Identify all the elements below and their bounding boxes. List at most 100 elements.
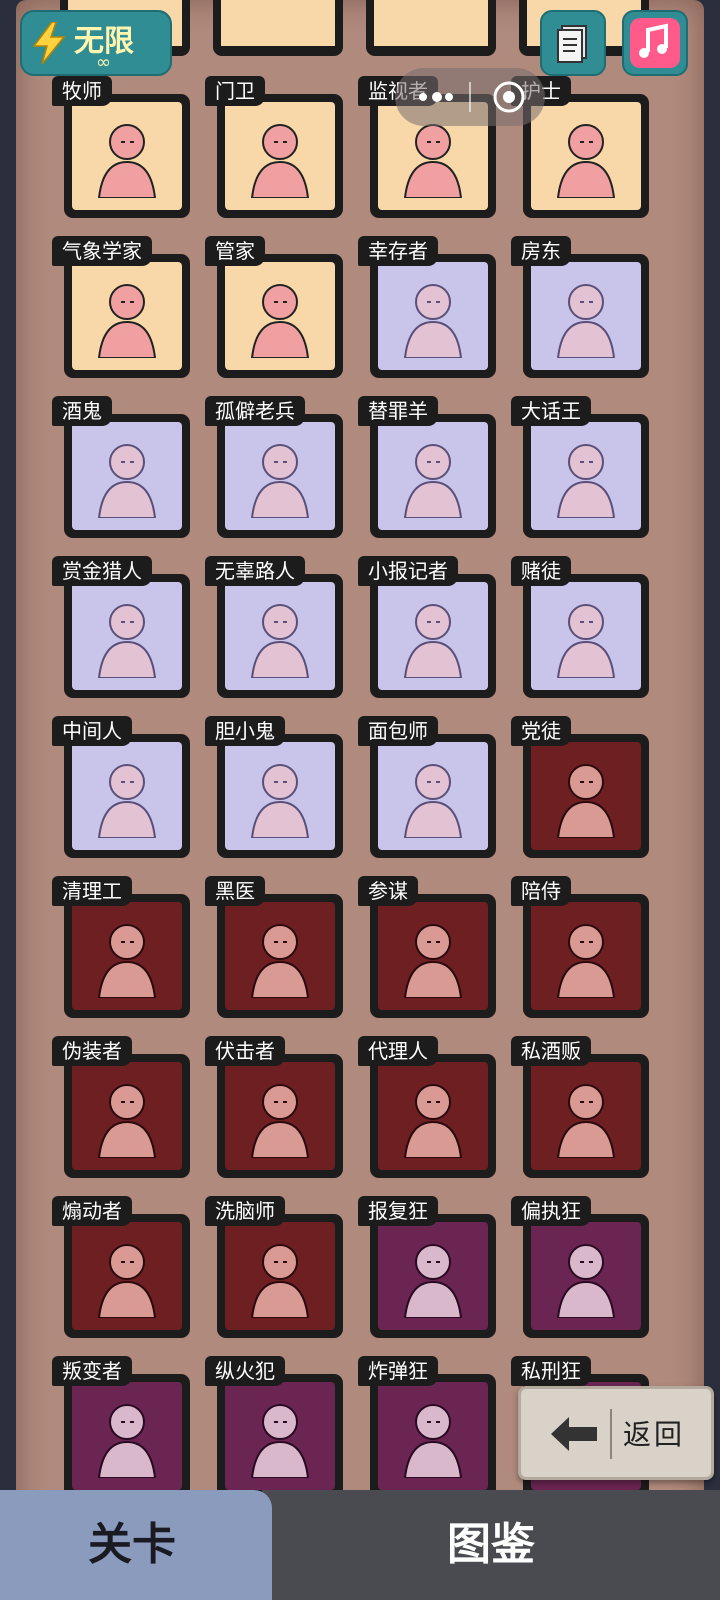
- character-card[interactable]: 叛变者: [52, 1356, 190, 1498]
- paranoid-portrait-icon: [556, 1244, 616, 1318]
- card-art: [378, 742, 488, 850]
- card-label: 小报记者: [358, 556, 458, 586]
- card-label: 中间人: [52, 716, 132, 746]
- crouching-figure-icon: [403, 284, 463, 358]
- character-card[interactable]: 报复狂: [358, 1196, 496, 1338]
- music-button[interactable]: [622, 10, 688, 76]
- card-label: 幸存者: [358, 236, 438, 266]
- card-art: [531, 422, 641, 530]
- bootlegger-figure-icon: [556, 1084, 616, 1158]
- character-card[interactable]: 偏执狂: [511, 1196, 649, 1338]
- advisor-figure-icon: [403, 924, 463, 998]
- character-card[interactable]: 私酒贩: [511, 1036, 649, 1178]
- character-card[interactable]: 无辜路人: [205, 556, 343, 698]
- bread-icon: [403, 764, 463, 838]
- keys-figure-icon: [556, 284, 616, 358]
- back-separator: [610, 1409, 612, 1459]
- more-dots-icon: [419, 92, 453, 102]
- card-label: 房东: [511, 236, 571, 266]
- character-card[interactable]: 黑医: [205, 876, 343, 1018]
- tab-levels-label: 关卡: [88, 1519, 176, 1570]
- character-card[interactable]: 煽动者: [52, 1196, 190, 1338]
- character-card[interactable]: 小报记者: [358, 556, 496, 698]
- character-card[interactable]: 代理人: [358, 1036, 496, 1178]
- card-art: [225, 422, 335, 530]
- tab-gallery[interactable]: 图鉴: [262, 1490, 720, 1600]
- tab-levels[interactable]: 关卡: [0, 1490, 272, 1600]
- card-label: 伪装者: [52, 1036, 132, 1066]
- character-card[interactable]: 牧师: [52, 76, 190, 218]
- card-label: 黑医: [205, 876, 265, 906]
- avenger-figure-icon: [403, 1244, 463, 1318]
- card-art: [378, 1222, 488, 1330]
- card-art: [378, 582, 488, 690]
- pocket-watch-icon: [250, 1244, 310, 1318]
- character-card[interactable]: 门卫: [205, 76, 343, 218]
- character-card[interactable]: 幸存者: [358, 236, 496, 378]
- card-art: [225, 742, 335, 850]
- card-art: [72, 1222, 182, 1330]
- character-card[interactable]: 大话王: [511, 396, 649, 538]
- energy-badge[interactable]: 无限 ∞: [20, 10, 172, 76]
- card-label: 私酒贩: [511, 1036, 591, 1066]
- document-icon: [557, 25, 587, 63]
- character-card[interactable]: 伏击者: [205, 1036, 343, 1178]
- disguise-figure-icon: [97, 1084, 157, 1158]
- character-card[interactable]: 陪侍: [511, 876, 649, 1018]
- system-capsule[interactable]: [395, 68, 545, 126]
- agent-portrait-icon: [403, 1084, 463, 1158]
- card-art: [378, 1062, 488, 1170]
- character-card[interactable]: 参谋: [358, 876, 496, 1018]
- character-card[interactable]: 中间人: [52, 716, 190, 858]
- card-art: [72, 742, 182, 850]
- card-art: [378, 422, 488, 530]
- tab-bar: 图鉴 关卡: [0, 1490, 720, 1600]
- card-art: [378, 1382, 488, 1490]
- coward-portrait-icon: [250, 764, 310, 838]
- arrow-left-icon: [551, 1417, 597, 1451]
- character-card[interactable]: 管家: [205, 236, 343, 378]
- character-card[interactable]: 胆小鬼: [205, 716, 343, 858]
- character-card[interactable]: 酒鬼: [52, 396, 190, 538]
- traitor-figure-icon: [97, 1404, 157, 1478]
- character-card[interactable]: 洗脑师: [205, 1196, 343, 1338]
- card-art: [531, 102, 641, 210]
- document-button[interactable]: [540, 10, 606, 76]
- character-card[interactable]: 赌徒: [511, 556, 649, 698]
- ram-figure-icon: [403, 444, 463, 518]
- character-card[interactable]: 房东: [511, 236, 649, 378]
- card-label: 赏金猎人: [52, 556, 152, 586]
- card-label: 气象学家: [52, 236, 152, 266]
- card-label: 清理工: [52, 876, 132, 906]
- eye-icon: [403, 124, 463, 198]
- character-card[interactable]: 孤僻老兵: [205, 396, 343, 538]
- escort-portrait-icon: [556, 924, 616, 998]
- card-art: [72, 422, 182, 530]
- character-card[interactable]: 炸弹狂: [358, 1356, 496, 1498]
- card-label: 叛变者: [52, 1356, 132, 1386]
- card-art: [225, 582, 335, 690]
- character-card[interactable]: 纵火犯: [205, 1356, 343, 1498]
- character-card[interactable]: 伪装者: [52, 1036, 190, 1178]
- card-art: [531, 1062, 641, 1170]
- card-label: 面包师: [358, 716, 438, 746]
- character-card[interactable]: 赏金猎人: [52, 556, 190, 698]
- bystander-figure-icon: [250, 604, 310, 678]
- card-label: 偏执狂: [511, 1196, 591, 1226]
- back-button[interactable]: 返回: [518, 1386, 714, 1480]
- character-card[interactable]: 党徒: [511, 716, 649, 858]
- character-card[interactable]: 气象学家: [52, 236, 190, 378]
- gatehouse-icon: [250, 124, 310, 198]
- character-card[interactable]: 替罪羊: [358, 396, 496, 538]
- card-label: 洗脑师: [205, 1196, 285, 1226]
- card-label: 代理人: [358, 1036, 438, 1066]
- doctor-portrait-icon: [250, 924, 310, 998]
- character-card[interactable]: 清理工: [52, 876, 190, 1018]
- card-label: 胆小鬼: [205, 716, 285, 746]
- card-label: 管家: [205, 236, 265, 266]
- card-label: 门卫: [205, 76, 265, 106]
- nurse-cap-icon: [556, 124, 616, 198]
- card-art: [225, 262, 335, 370]
- character-card[interactable]: 面包师: [358, 716, 496, 858]
- lightning-icon: [32, 22, 66, 64]
